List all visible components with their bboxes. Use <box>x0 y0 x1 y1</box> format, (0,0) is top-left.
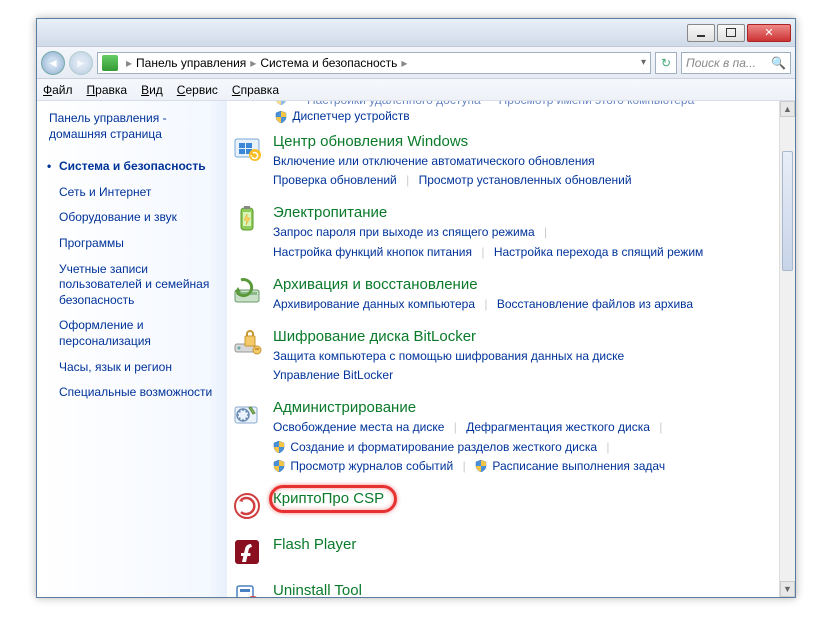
link-restore-files[interactable]: Восстановление файлов из архива <box>497 297 693 311</box>
category-title-cryptopro[interactable]: КриптоПро CSP <box>273 490 779 507</box>
sidebar-item-clock[interactable]: Часы, язык и регион <box>49 355 215 381</box>
category-title[interactable]: Шифрование диска BitLocker <box>273 328 779 345</box>
category-flash: Flash Player <box>231 536 779 568</box>
sidebar-item-programs[interactable]: Программы <box>49 231 215 257</box>
uninstall-icon <box>231 582 263 597</box>
link-bitlocker-protect[interactable]: Защита компьютера с помощью шифрования д… <box>273 349 624 363</box>
link-compname[interactable]: Просмотр имени этого компьютера <box>499 101 695 107</box>
bitlocker-icon <box>231 328 263 360</box>
menu-file[interactable]: Файл <box>43 83 73 97</box>
flash-icon <box>231 536 263 568</box>
link-free-space[interactable]: Освобождение места на диске <box>273 420 444 434</box>
search-icon: 🔍 <box>771 56 786 70</box>
scroll-up-button[interactable]: ▲ <box>780 101 795 117</box>
link-defrag[interactable]: Дефрагментация жесткого диска <box>466 420 650 434</box>
category-title[interactable]: Администрирование <box>273 399 779 416</box>
search-placeholder: Поиск в па... <box>686 56 756 70</box>
link-power-buttons[interactable]: Настройка функций кнопок питания <box>273 245 472 259</box>
cutoff-row2: Диспетчер устройств <box>231 109 779 123</box>
maximize-button[interactable] <box>717 24 745 42</box>
category-title[interactable]: Uninstall Tool <box>273 582 779 597</box>
link-devmgr[interactable]: Диспетчер устройств <box>292 109 409 123</box>
menu-help[interactable]: Справка <box>232 83 279 97</box>
category-title[interactable]: Архивация и восстановление <box>273 276 779 293</box>
scroll-down-button[interactable]: ▼ <box>780 581 795 597</box>
breadcrumb-sep: ▸ <box>126 56 132 70</box>
link-auto-update[interactable]: Включение или отключение автоматического… <box>273 154 595 168</box>
scroll-thumb[interactable] <box>782 151 793 271</box>
menu-edit[interactable]: Правка <box>87 83 128 97</box>
window-body: Панель управления - домашняя страница Си… <box>37 101 795 597</box>
shield-icon <box>273 441 285 453</box>
navigation-bar: ◄ ► ▸ Панель управления ▸ Система и безо… <box>37 47 795 79</box>
category-title[interactable]: Электропитание <box>273 204 779 221</box>
cutoff-row: Настройки удаленного доступа Просмотр им… <box>231 101 779 107</box>
power-icon <box>231 204 263 236</box>
admin-icon <box>231 399 263 431</box>
menu-tools[interactable]: Сервис <box>177 83 218 97</box>
category-title[interactable]: Flash Player <box>273 536 779 553</box>
refresh-button[interactable]: ↻ <box>655 52 677 74</box>
sidebar-item-accessibility[interactable]: Специальные возможности <box>49 380 215 406</box>
link-view-updates[interactable]: Просмотр установленных обновлений <box>419 173 632 187</box>
menu-view[interactable]: Вид <box>141 83 163 97</box>
sidebar-home-link[interactable]: Панель управления - домашняя страница <box>49 111 215 142</box>
category-windows-update: Центр обновления Windows Включение или о… <box>231 133 779 190</box>
minimize-button[interactable] <box>687 24 715 42</box>
close-button[interactable]: ✕ <box>747 24 791 42</box>
windows-update-icon <box>231 133 263 165</box>
category-cryptopro: КриптоПро CSP <box>231 490 779 522</box>
link-event-log[interactable]: Просмотр журналов событий <box>290 459 453 473</box>
link-check-updates[interactable]: Проверка обновлений <box>273 173 397 187</box>
vertical-scrollbar[interactable]: ▲ ▼ <box>779 101 795 597</box>
sidebar-item-appearance[interactable]: Оформление и персонализация <box>49 313 215 354</box>
link-task-schedule[interactable]: Расписание выполнения задач <box>492 459 665 473</box>
address-bar[interactable]: ▸ Панель управления ▸ Система и безопасн… <box>97 52 651 74</box>
backup-icon <box>231 276 263 308</box>
sidebar-item-users[interactable]: Учетные записи пользователей и семейная … <box>49 257 215 314</box>
sidebar-item-system-security[interactable]: Система и безопасность <box>49 154 215 180</box>
category-bitlocker: Шифрование диска BitLocker Защита компью… <box>231 328 779 385</box>
control-panel-window: ✕ ◄ ► ▸ Панель управления ▸ Система и бе… <box>36 18 796 598</box>
breadcrumb-sep: ▸ <box>401 56 407 70</box>
link-sleep-mode[interactable]: Настройка перехода в спящий режим <box>494 245 703 259</box>
cryptopro-icon <box>231 490 263 522</box>
link-partitions[interactable]: Создание и форматирование разделов жестк… <box>290 440 597 454</box>
link-pwd-wake[interactable]: Запрос пароля при выходе из спящего режи… <box>273 225 535 239</box>
breadcrumb-root[interactable]: Панель управления <box>136 56 246 70</box>
link-bitlocker-manage[interactable]: Управление BitLocker <box>273 368 393 382</box>
shield-icon <box>275 111 287 123</box>
link-remote[interactable]: Настройки удаленного доступа <box>307 101 481 107</box>
titlebar: ✕ <box>37 19 795 47</box>
back-button[interactable]: ◄ <box>41 51 65 75</box>
menu-bar: Файл Правка Вид Сервис Справка <box>37 79 795 101</box>
sidebar-item-hardware[interactable]: Оборудование и звук <box>49 205 215 231</box>
shield-icon <box>275 101 287 107</box>
category-title[interactable]: Центр обновления Windows <box>273 133 779 150</box>
sidebar-item-network[interactable]: Сеть и Интернет <box>49 180 215 206</box>
shield-icon <box>475 460 487 472</box>
category-uninstall: Uninstall Tool <box>231 582 779 597</box>
category-power: Электропитание Запрос пароля при выходе … <box>231 204 779 261</box>
category-admin: Администрирование Освобождение места на … <box>231 399 779 476</box>
control-panel-icon <box>102 55 118 71</box>
breadcrumb-current[interactable]: Система и безопасность <box>260 56 397 70</box>
search-input[interactable]: Поиск в па... 🔍 <box>681 52 791 74</box>
address-dropdown[interactable]: ▾ <box>641 57 646 68</box>
breadcrumb-sep: ▸ <box>250 56 256 70</box>
sidebar: Панель управления - домашняя страница Си… <box>37 101 227 597</box>
category-backup: Архивация и восстановление Архивирование… <box>231 276 779 314</box>
forward-button[interactable]: ► <box>69 51 93 75</box>
content-area: Настройки удаленного доступа Просмотр им… <box>227 101 795 597</box>
link-backup-data[interactable]: Архивирование данных компьютера <box>273 297 475 311</box>
shield-icon <box>273 460 285 472</box>
